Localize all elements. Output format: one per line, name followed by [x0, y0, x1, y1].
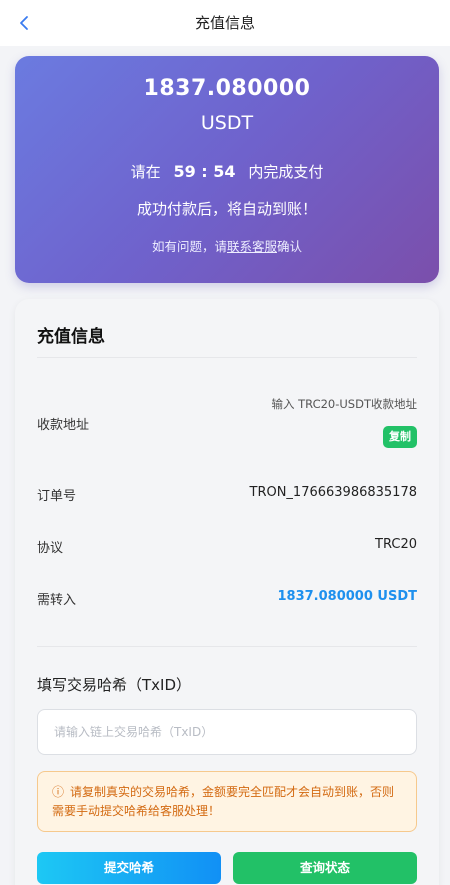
txid-section-label: 填写交易哈希（TxID）	[37, 676, 192, 694]
countdown-prefix: 请在	[130, 163, 161, 181]
page-title: 充值信息	[194, 14, 255, 32]
payment-amount: 1837.080000	[143, 76, 311, 101]
help-suffix: 确认	[277, 239, 303, 254]
txid-input[interactable]	[37, 709, 417, 755]
query-status-button[interactable]: 查询状态	[233, 852, 417, 884]
order-label: 订单号	[37, 489, 77, 504]
top-bar: 充值信息	[0, 0, 450, 46]
protocol-label: 协议	[37, 541, 64, 556]
divider	[37, 357, 417, 358]
copy-address-button[interactable]: 复制	[383, 426, 417, 448]
submit-hash-button[interactable]: 提交哈希	[37, 852, 221, 884]
help-prefix: 如有问题，请	[151, 239, 227, 254]
amount-due-value: 1837.080000 USDT	[277, 589, 418, 604]
divider	[37, 646, 417, 647]
payment-currency: USDT	[200, 112, 254, 134]
address-value: 输入 TRC20-USDT收款地址	[271, 397, 417, 411]
warning-text: 请复制真实的交易哈希，金额要完全匹配才会自动到账，否则需要手动提交哈希给客服处理…	[52, 785, 395, 818]
card-title: 充值信息	[37, 327, 105, 347]
auto-credit-note: 成功付款后，将自动到账！	[136, 200, 317, 218]
payment-summary-banner: 1837.080000 USDT 请在 59 : 54 内完成支付 成功付款后，…	[15, 56, 439, 283]
contact-support-link[interactable]: 联系客服	[227, 239, 277, 254]
warning-notice: ⓘ 请复制真实的交易哈希，金额要完全匹配才会自动到账，否则需要手动提交哈希给客服处…	[37, 771, 417, 832]
recharge-info-card: 充值信息 收款地址 输入 TRC20-USDT收款地址 复制 订单号 TRON_…	[15, 299, 439, 885]
countdown-timer: 59 : 54	[173, 162, 236, 181]
protocol-value: TRC20	[375, 537, 417, 552]
info-circle-icon: ⓘ	[52, 785, 65, 799]
order-number: TRON_176663986835178	[249, 485, 418, 500]
help-line: 如有问题，请联系客服确认	[15, 236, 439, 255]
address-label: 收款地址	[37, 418, 90, 433]
amount-due-label: 需转入	[37, 593, 77, 608]
countdown-line: 请在 59 : 54 内完成支付	[15, 161, 439, 182]
countdown-suffix: 内完成支付	[248, 163, 324, 181]
